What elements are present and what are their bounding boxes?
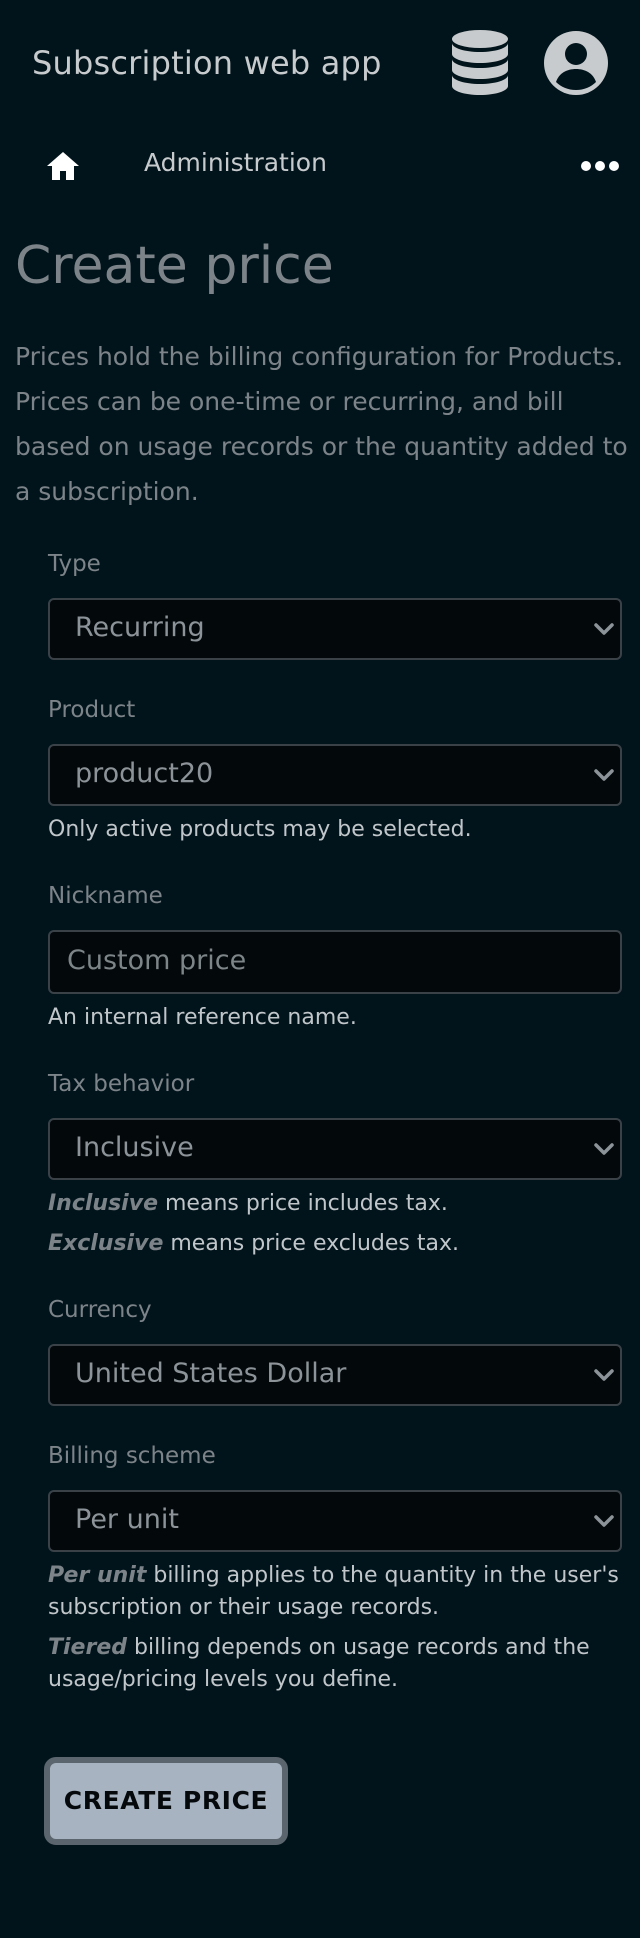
billing-per-unit-term: Per unit	[48, 1563, 147, 1588]
nickname-placeholder: Custom price	[67, 945, 247, 976]
page-title: Create price	[15, 236, 334, 296]
billing-tiered-description: billing depends on usage records and the…	[48, 1635, 590, 1692]
product-help-text: Only active products may be selected.	[48, 817, 472, 842]
chevron-down-icon	[594, 623, 614, 635]
tax-behavior-select[interactable]: Inclusive	[48, 1118, 622, 1180]
page-description: Prices hold the billing configuration fo…	[15, 342, 628, 506]
tax-exclusive-help-text: Exclusive means price excludes tax.	[48, 1228, 628, 1260]
tax-behavior-select-value: Inclusive	[75, 1132, 194, 1163]
more-horizontal-icon[interactable]	[580, 156, 620, 176]
type-label: Type	[48, 551, 101, 577]
app-title: Subscription web app	[32, 44, 382, 82]
chevron-down-icon	[594, 1515, 614, 1527]
app-header: Subscription web app	[0, 0, 640, 128]
type-select-value: Recurring	[75, 612, 205, 643]
type-select[interactable]: Recurring	[48, 598, 622, 660]
tax-inclusive-help-text: Inclusive means price includes tax.	[48, 1188, 628, 1220]
nav-bar: Administration	[0, 128, 640, 200]
create-price-button[interactable]: CREATE PRICE	[44, 1757, 288, 1845]
tax-inclusive-term: Inclusive	[48, 1191, 158, 1216]
database-icon[interactable]	[450, 30, 510, 96]
currency-label: Currency	[48, 1297, 152, 1323]
tax-exclusive-term: Exclusive	[48, 1231, 164, 1256]
billing-scheme-label: Billing scheme	[48, 1443, 216, 1469]
tax-behavior-label: Tax behavior	[48, 1071, 195, 1097]
product-select-value: product20	[75, 758, 214, 789]
chevron-down-icon	[594, 1143, 614, 1155]
currency-select-value: United States Dollar	[75, 1358, 347, 1389]
home-icon[interactable]	[46, 150, 80, 182]
nav-administration-link[interactable]: Administration	[144, 148, 327, 177]
tax-exclusive-description: means price excludes tax.	[163, 1231, 459, 1256]
chevron-down-icon	[594, 1369, 614, 1381]
nickname-help-text: An internal reference name.	[48, 1005, 357, 1030]
currency-select[interactable]: United States Dollar	[48, 1344, 622, 1406]
nickname-label: Nickname	[48, 883, 163, 909]
billing-scheme-select[interactable]: Per unit	[48, 1490, 622, 1552]
tax-inclusive-description: means price includes tax.	[158, 1191, 448, 1216]
product-select[interactable]: product20	[48, 744, 622, 806]
nickname-input[interactable]: Custom price	[48, 930, 622, 994]
billing-tiered-help-text: Tiered billing depends on usage records …	[48, 1632, 628, 1696]
billing-scheme-select-value: Per unit	[75, 1504, 179, 1535]
user-account-icon[interactable]	[543, 30, 609, 96]
chevron-down-icon	[594, 769, 614, 781]
product-label: Product	[48, 697, 136, 723]
billing-tiered-term: Tiered	[48, 1635, 127, 1660]
billing-per-unit-help-text: Per unit billing applies to the quantity…	[48, 1560, 628, 1624]
